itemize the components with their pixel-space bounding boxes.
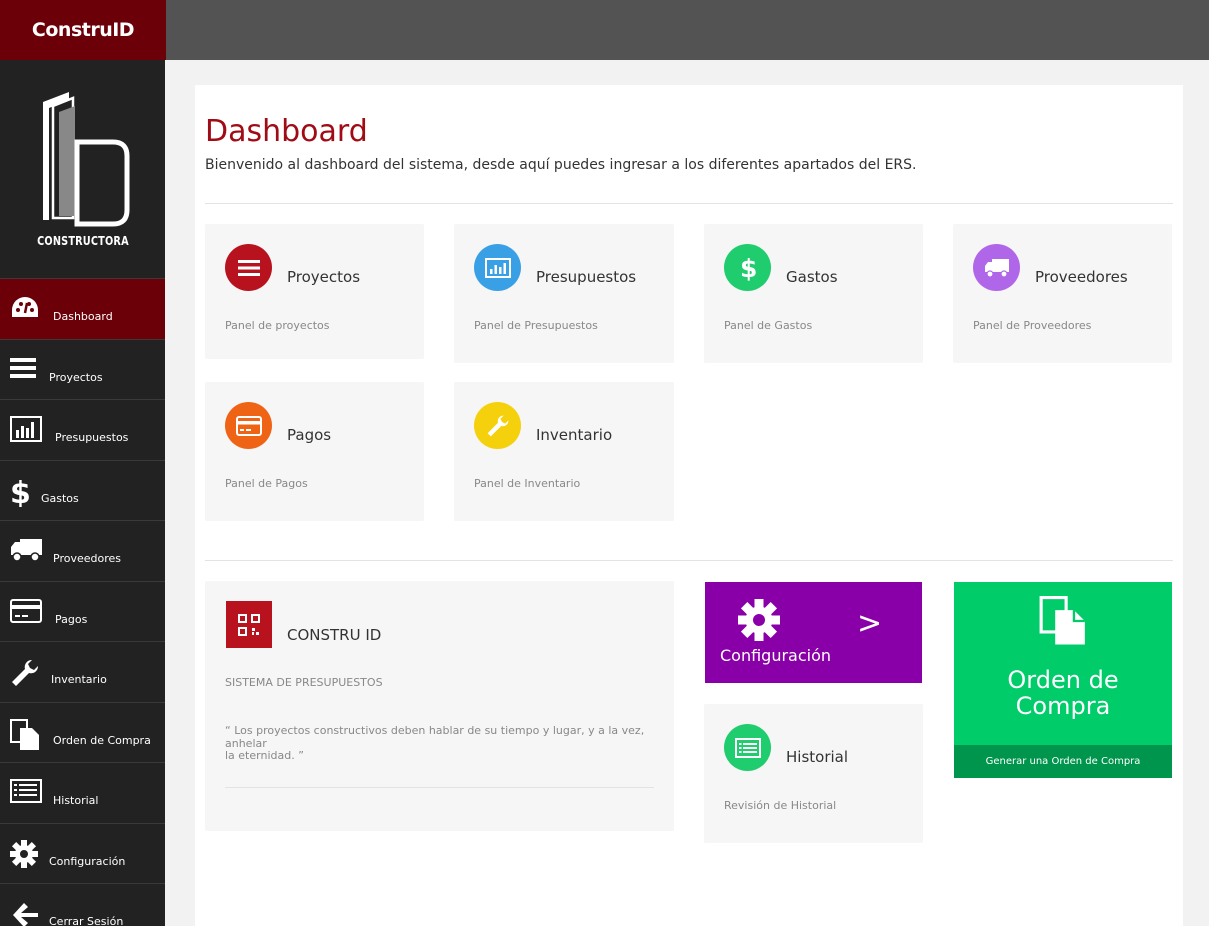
sidebar-item-cerrar-sesion[interactable]: Cerrar Sesión [0,883,165,926]
sidebar-item-orden-compra[interactable]: Orden de Compra [0,701,165,763]
bar-chart-icon [474,244,521,291]
logo-text: CONSTRUCTORA [36,234,129,248]
sidebar-item-label: Configuración [49,854,126,868]
wrench-icon [12,659,39,686]
card-presupuestos[interactable]: Presupuestos Panel de Presupuestos [454,224,674,363]
gear-icon [738,599,780,641]
card-pagos[interactable]: Pagos Panel de Pagos [205,382,424,521]
orden-title-line-1: Orden de [1007,666,1119,694]
sidebar-item-label: Dashboard [53,310,113,323]
card-title: Presupuestos [536,268,637,286]
card-desc: Panel de Presupuestos [474,319,598,332]
svg-text:$: $ [740,254,757,282]
main-panel: Dashboard Bienvenido al dashboard del si… [195,85,1183,926]
qr-code-icon [226,601,272,648]
bar-chart-icon [10,416,42,442]
gear-icon [10,839,38,868]
about-subtitle: SISTEMA DE PRESUPUESTOS [225,676,383,689]
dollar-icon: $ [724,244,771,291]
sidebar: CONSTRUCTORA Dashboard Proyectos Presupu… [0,60,165,926]
card-desc: Panel de Inventario [474,477,581,490]
history-list-icon [724,724,771,771]
sidebar-item-proyectos[interactable]: Proyectos [0,338,165,400]
sidebar-item-label: Proveedores [53,552,121,565]
card-title: Historial [786,748,849,766]
company-logo[interactable]: CONSTRUCTORA [0,60,165,278]
list-icon [10,357,36,378]
id-logo-icon [42,92,129,227]
sidebar-item-label: Gastos [41,491,79,505]
card-historial[interactable]: Historial Revisión de Historial [704,704,923,843]
card-desc: Panel de Gastos [724,319,813,332]
card-title: Proyectos [287,268,361,286]
wrench-icon [474,402,521,449]
sidebar-item-dashboard[interactable]: Dashboard [0,278,165,339]
card-desc: Panel de Proveedores [973,319,1092,332]
sidebar-item-label: Presupuestos [55,431,129,444]
sidebar-item-inventario[interactable]: Inventario [0,641,165,702]
sidebar-item-proveedores[interactable]: Proveedores [0,520,165,581]
divider [225,787,654,788]
list-icon [225,244,272,291]
sidebar-item-label: Pagos [55,612,88,626]
card-title: Proveedores [1035,268,1128,286]
svg-text:$: $ [10,477,30,507]
arrow-right-icon: > [857,606,883,641]
sidebar-item-gastos[interactable]: $ Gastos [0,459,165,521]
truck-icon [11,539,42,562]
config-label: Configuración [720,646,832,665]
sidebar-item-label: Cerrar Sesión [49,915,124,926]
card-proveedores[interactable]: Proveedores Panel de Proveedores [953,224,1172,363]
card-title: Inventario [536,426,613,444]
credit-card-icon [10,598,42,623]
about-card: CONSTRU ID SISTEMA DE PRESUPUESTOS “ Los… [205,581,674,831]
dollar-icon: $ [10,477,30,507]
sidebar-item-pagos[interactable]: Pagos [0,580,165,642]
card-title: Pagos [287,426,332,444]
dashboard-icon [12,297,38,317]
sidebar-item-presupuestos[interactable]: Presupuestos [0,399,165,460]
about-title: CONSTRU ID [287,626,382,644]
card-desc: Revisión de Historial [724,799,837,812]
sidebar-item-label: Inventario [51,673,107,686]
card-desc: Panel de Pagos [225,477,308,490]
card-title: Gastos [786,268,838,286]
sidebar-item-label: Orden de Compra [53,733,151,747]
orden-title-line-2: Compra [1015,692,1111,720]
divider [205,203,1173,204]
divider [205,560,1173,561]
documents-icon [1039,596,1085,645]
card-inventario[interactable]: Inventario Panel de Inventario [454,382,674,521]
card-proyectos[interactable]: Proyectos Panel de proyectos [205,224,424,359]
config-tile[interactable]: > Configuración [705,582,922,683]
card-gastos[interactable]: $ Gastos Panel de Gastos [704,224,923,363]
about-quote-line-1: “ Los proyectos constructivos deben habl… [225,724,645,750]
card-desc: Panel de proyectos [225,319,330,332]
arrow-left-icon [13,903,38,926]
orden-compra-tile[interactable]: Orden de Compra Generar una Orden de Com… [954,582,1172,778]
generar-orden-button[interactable]: Generar una Orden de Compra [954,745,1172,778]
page-title: Dashboard [205,114,368,149]
top-bar [166,0,1209,60]
sidebar-item-label: Proyectos [49,370,103,384]
about-quote-line-2: la eternidad. ” [225,749,304,762]
brand-title[interactable]: ConstruID [0,0,166,60]
documents-icon [10,718,39,750]
history-list-icon [10,779,42,803]
sidebar-item-historial[interactable]: Historial [0,762,165,823]
sidebar-item-configuracion[interactable]: Configuración [0,822,165,884]
credit-card-icon [225,402,272,449]
truck-icon [973,244,1020,291]
page-subtitle: Bienvenido al dashboard del sistema, des… [205,157,917,173]
sidebar-item-label: Historial [53,794,99,807]
